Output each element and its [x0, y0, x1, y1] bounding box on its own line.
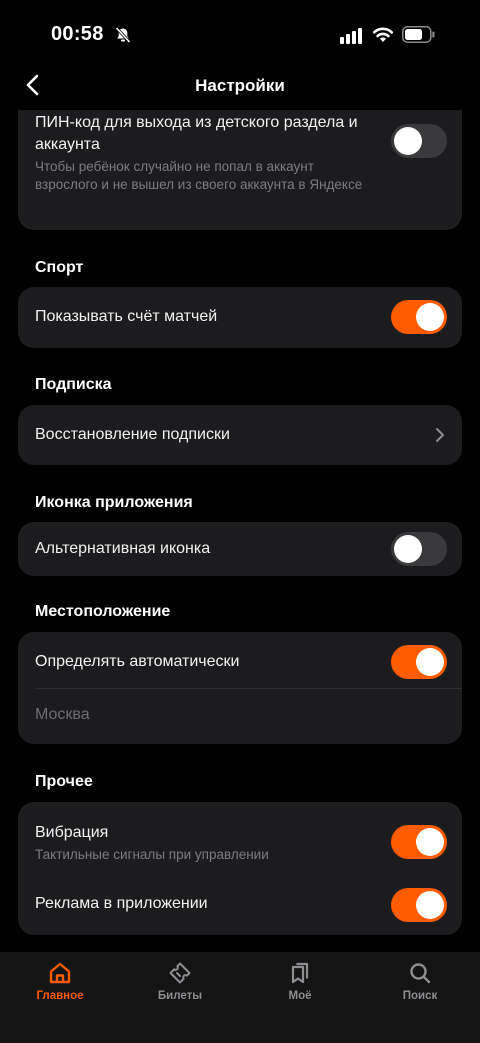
section-title-other: Прочее [35, 773, 93, 790]
toggle-knob [416, 828, 444, 856]
section-title-location: Местоположение [35, 603, 171, 620]
city-field: Москва [35, 706, 90, 723]
toggle-knob [416, 648, 444, 676]
search-icon [410, 963, 431, 984]
tab-label-tickets: Билеты [157, 990, 203, 1002]
ads-toggle[interactable] [391, 888, 447, 922]
show-scores-toggle[interactable] [391, 300, 447, 334]
section-title-app-icon: Иконка приложения [35, 494, 193, 511]
tab-mine[interactable]: Моё [240, 952, 360, 1012]
section-title-sport: Спорт [35, 259, 84, 276]
vibration-label: Вибрация [35, 824, 109, 841]
other-card: Вибрация Тактильные сигналы при управлен… [18, 802, 462, 935]
status-time: 00:58 [51, 23, 104, 45]
tab-label-home: Главное [36, 990, 84, 1002]
kids-pin-toggle[interactable] [391, 124, 447, 158]
bell-off-icon [115, 26, 131, 44]
alt-icon-label: Альтернативная иконка [35, 540, 211, 557]
settings-list[interactable]: ПИН-код для выхода из детского раздела и… [0, 110, 480, 952]
restore-subscription-row[interactable]: Восстановление подписки [18, 405, 462, 465]
auto-location-toggle[interactable] [391, 645, 447, 679]
auto-location-label: Определять автоматически [35, 653, 240, 670]
location-card: Определять автоматически Москва [18, 632, 462, 744]
vibration-toggle[interactable] [391, 825, 447, 859]
wifi-icon [372, 27, 394, 42]
app-icon-card: Альтернативная иконка [18, 522, 462, 576]
alt-icon-toggle[interactable] [391, 532, 447, 566]
tab-label-mine: Моё [288, 990, 312, 1002]
show-scores-label: Показывать счёт матчей [35, 308, 218, 325]
tab-label-search: Поиск [402, 990, 438, 1002]
kids-pin-title: ПИН-код для выхода из детского раздела и… [35, 114, 358, 153]
divider [35, 688, 462, 689]
sport-card: Показывать счёт матчей [18, 287, 462, 348]
toggle-knob [394, 535, 422, 563]
home-icon [49, 962, 71, 984]
bookmarks-icon [291, 962, 309, 984]
tab-tickets[interactable]: Билеты [120, 952, 240, 1012]
ads-label: Реклама в приложении [35, 895, 208, 912]
ticket-icon [169, 962, 191, 984]
tab-bar: Главное Билеты Моё Поиск [0, 952, 480, 1043]
tab-search[interactable]: Поиск [360, 952, 480, 1012]
toggle-knob [394, 127, 422, 155]
section-title-subscription: Подписка [35, 376, 112, 393]
tab-home[interactable]: Главное [0, 952, 120, 1012]
chevron-right-icon [436, 428, 444, 442]
vibration-subtitle: Тактильные сигналы при управлении [35, 847, 269, 862]
battery-icon [402, 26, 435, 43]
kids-pin-subtitle: Чтобы ребёнок случайно не попал в аккаун… [35, 159, 363, 192]
toggle-knob [416, 891, 444, 919]
toggle-knob [416, 303, 444, 331]
navigation-bar: Настройки [0, 62, 480, 110]
kids-pin-card: ПИН-код для выхода из детского раздела и… [18, 110, 462, 230]
cellular-signal-icon [340, 28, 362, 44]
page-title: Настройки [195, 76, 285, 95]
status-bar: 00:58 [0, 0, 480, 70]
restore-subscription-label: Восстановление подписки [35, 426, 230, 443]
